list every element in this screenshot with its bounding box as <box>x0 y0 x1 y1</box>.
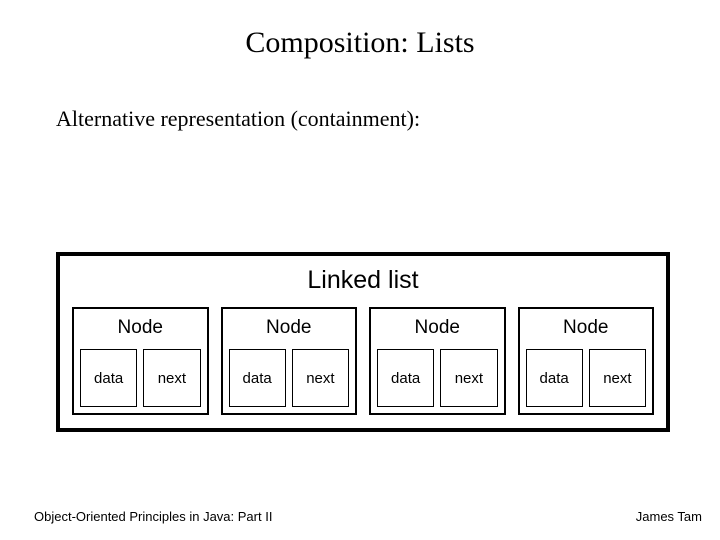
node-box: Node data next <box>72 307 209 415</box>
node-label: Node <box>223 309 356 349</box>
nodes-row: Node data next Node data next Node data … <box>72 307 654 415</box>
linked-list-label: Linked list <box>72 266 654 295</box>
node-next-cell: next <box>440 349 497 407</box>
slide: Composition: Lists Alternative represent… <box>0 0 720 540</box>
node-next-cell: next <box>292 349 349 407</box>
node-cells: data next <box>371 349 504 413</box>
node-cells: data next <box>520 349 653 413</box>
subtitle: Alternative representation (containment)… <box>56 106 420 132</box>
node-next-cell: next <box>143 349 200 407</box>
node-data-cell: data <box>377 349 434 407</box>
node-data-cell: data <box>229 349 286 407</box>
node-cells: data next <box>223 349 356 413</box>
node-data-cell: data <box>80 349 137 407</box>
linked-list-container: Linked list Node data next Node data nex… <box>56 252 670 432</box>
node-label: Node <box>74 309 207 349</box>
footer-right: James Tam <box>636 509 702 524</box>
page-title: Composition: Lists <box>0 26 720 60</box>
node-box: Node data next <box>518 307 655 415</box>
node-data-cell: data <box>526 349 583 407</box>
node-cells: data next <box>74 349 207 413</box>
node-label: Node <box>371 309 504 349</box>
node-box: Node data next <box>221 307 358 415</box>
node-next-cell: next <box>589 349 646 407</box>
node-box: Node data next <box>369 307 506 415</box>
node-label: Node <box>520 309 653 349</box>
footer-left: Object-Oriented Principles in Java: Part… <box>34 509 272 524</box>
